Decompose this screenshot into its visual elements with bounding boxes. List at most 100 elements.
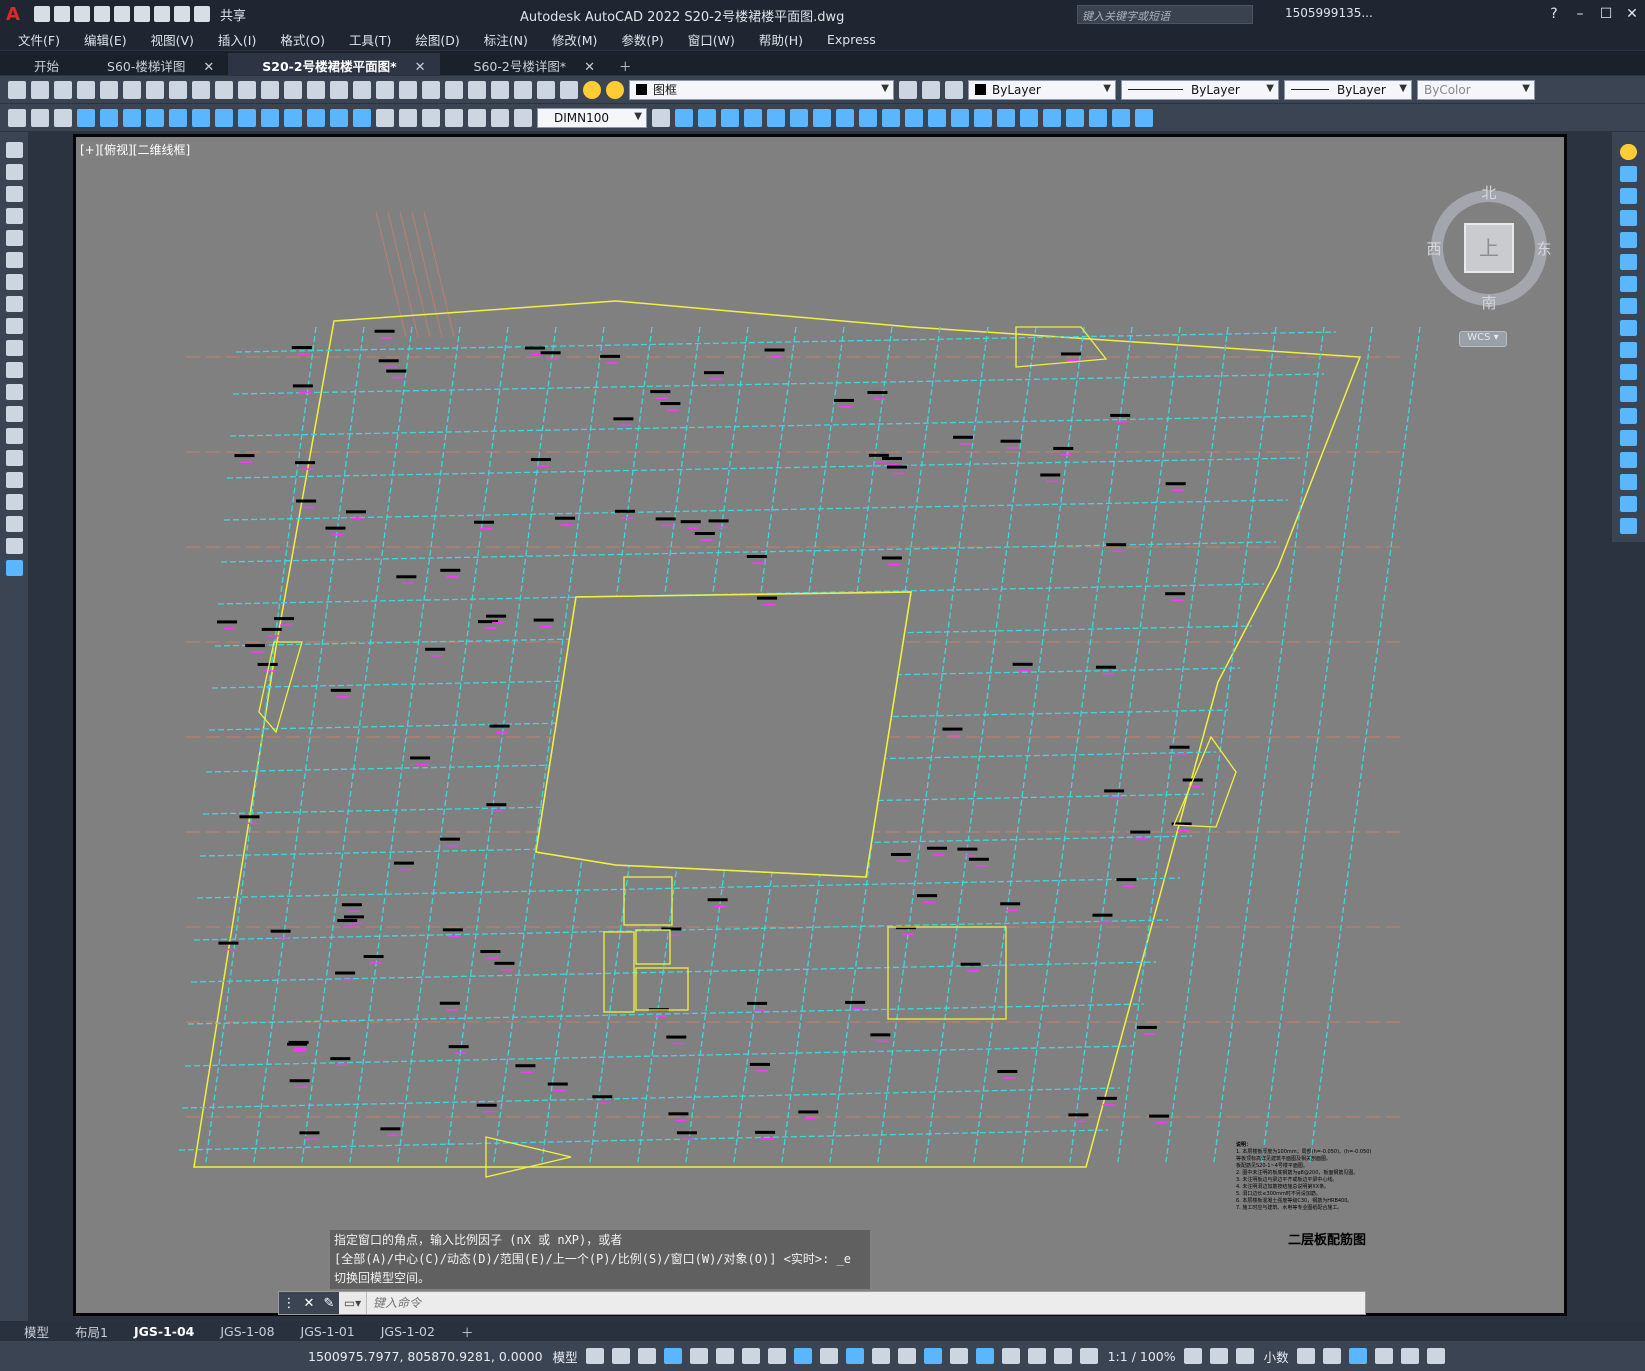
layer-properties-icon[interactable] [560,80,578,99]
new-file-icon[interactable] [34,6,50,22]
arc-icon[interactable] [5,252,23,268]
object-snap-icon[interactable] [793,1348,812,1364]
maximize-icon[interactable]: ☐ [1593,0,1619,28]
menu-item-8[interactable]: 修改(M) [552,30,598,49]
settings-gear-icon[interactable] [1209,1348,1228,1364]
share-button[interactable]: 共享 [220,5,246,24]
command-line-grip[interactable]: ⋮ [279,1292,299,1314]
fillet-tool-icon[interactable] [1620,474,1637,490]
minimize-icon[interactable]: – [1567,0,1593,28]
plot-icon[interactable] [77,80,95,99]
toolbar-icon-1[interactable] [8,108,26,127]
viewcube[interactable]: 上 北 南 东 西 [1425,184,1553,312]
menu-item-3[interactable]: 插入(I) [218,30,256,49]
autocad-logo-icon[interactable]: A [0,0,26,28]
color-dropdown[interactable]: ByLayer ▼ [968,79,1116,100]
scale-tool-icon[interactable] [1620,298,1637,314]
compass-east-label[interactable]: 东 [1536,240,1551,258]
extend-tool-icon[interactable] [1620,364,1637,380]
rotate-icon[interactable] [813,108,831,127]
chamfer-icon[interactable] [974,108,992,127]
menu-item-5[interactable]: 工具(T) [349,30,391,49]
save-icon[interactable] [54,80,72,99]
move-tool-icon[interactable] [1620,254,1637,270]
dimension-break-icon[interactable] [353,108,371,127]
layer-freeze-icon[interactable] [606,80,624,99]
insert-block-icon[interactable] [5,384,23,400]
save-web-icon[interactable] [134,6,150,22]
ellipse-arc-icon[interactable] [5,362,23,378]
table-icon[interactable] [5,516,23,532]
recent-commands-icon[interactable]: ▭▾ [339,1292,367,1314]
polygon-icon[interactable] [5,208,23,224]
layer-on-icon[interactable] [583,80,601,99]
command-input[interactable] [367,1292,1365,1314]
polyline-icon[interactable] [5,186,23,202]
radius-dimension-icon[interactable] [169,108,187,127]
make-current-layer-icon[interactable] [899,80,917,99]
units-dropdown[interactable]: 小数 [1264,1347,1289,1366]
open-icon[interactable] [31,80,49,99]
copy-object-icon[interactable] [698,108,716,127]
workspace-switch-icon[interactable] [1322,1348,1341,1364]
blend-tool-icon[interactable] [1620,496,1637,512]
menu-item-1[interactable]: 编辑(E) [84,30,127,49]
trim-icon[interactable] [882,108,900,127]
new-icon[interactable] [8,80,26,99]
tab-jgs-1-08[interactable]: JGS-1-08 [212,1324,282,1339]
save-as-icon[interactable] [94,6,110,22]
add-icon[interactable] [1235,1348,1254,1364]
add-selected-icon[interactable] [5,560,23,576]
pan-icon[interactable] [307,80,325,99]
break-tool-icon[interactable] [1620,408,1637,424]
properties-icon[interactable] [399,80,417,99]
make-block-icon[interactable] [5,406,23,422]
customize-icon[interactable]: ✎ [319,1292,339,1314]
new-tab-button[interactable]: ＋ [609,53,646,75]
align-icon[interactable] [1135,108,1153,127]
lineweight-dropdown[interactable]: ByLayer ▼ [1284,79,1412,100]
fullscreen-icon[interactable] [1183,1348,1202,1364]
trim-tool-icon[interactable] [1620,342,1637,358]
explode-icon[interactable] [1020,108,1038,127]
help-icon[interactable] [537,80,555,99]
menu-item-9[interactable]: 参数(P) [621,30,663,49]
model-space-toggle[interactable]: 模型 [553,1347,578,1366]
annotation-scale-value[interactable]: 1:1 / 100% [1108,1349,1176,1364]
menu-item-7[interactable]: 标注(N) [484,30,528,49]
close-tab-icon[interactable]: ✕ [415,60,426,75]
save-icon[interactable] [74,6,90,22]
compass-south-label[interactable]: 南 [1481,294,1496,312]
baseline-dimension-icon[interactable] [284,108,302,127]
markup-icon[interactable] [491,80,509,99]
object-snap-tracking-icon[interactable] [767,1348,786,1364]
auto-scale-icon[interactable] [1027,1348,1046,1364]
undo-icon[interactable] [174,6,190,22]
grid-icon[interactable] [585,1348,604,1364]
layer-state-icon[interactable] [945,80,963,99]
offset-icon[interactable] [744,108,762,127]
revision-cloud-icon[interactable] [5,296,23,312]
explode-tool-icon[interactable] [1620,518,1637,534]
tab-start[interactable]: 开始 [0,53,73,75]
offset-tool-icon[interactable] [1620,210,1637,226]
new-layout-button[interactable]: ＋ [453,1322,482,1341]
arc-length-icon[interactable] [123,108,141,127]
array-tool-icon[interactable] [1620,232,1637,248]
match-properties-icon[interactable] [238,80,256,99]
isolate-objects-icon[interactable] [1348,1348,1367,1364]
quick-dimension-icon[interactable] [261,108,279,127]
linear-dimension-icon[interactable] [77,108,95,127]
erase-tool-icon[interactable] [1620,144,1637,160]
menu-item-4[interactable]: 格式(O) [280,30,325,49]
tab-model[interactable]: 模型 [16,1322,57,1341]
hatch-icon[interactable] [5,450,23,466]
reverse-icon[interactable] [1089,108,1107,127]
array-icon[interactable] [767,108,785,127]
spline-icon[interactable] [5,318,23,334]
menu-item-6[interactable]: 绘图(D) [415,30,459,49]
dimension-text-edit-icon[interactable] [491,108,509,127]
toolbar-icon-2[interactable] [31,108,49,127]
publish-icon[interactable] [123,80,141,99]
region-icon[interactable] [5,494,23,510]
